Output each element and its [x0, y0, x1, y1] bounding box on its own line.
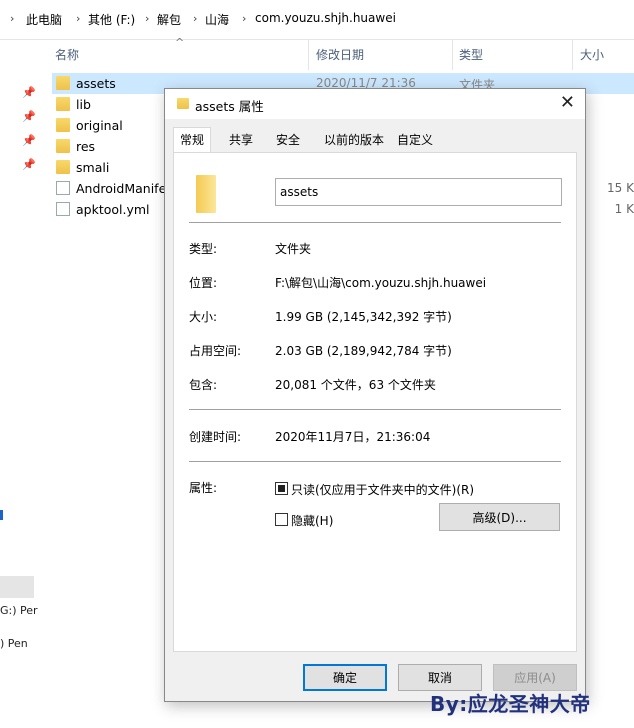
file-name: assets	[76, 76, 116, 91]
tab-previous-versions[interactable]: 以前的版本	[324, 131, 384, 148]
breadcrumb-unpack[interactable]: 解包	[157, 11, 181, 28]
breadcrumb-shanhai[interactable]: 山海	[205, 11, 229, 28]
divider	[189, 461, 561, 462]
disk-size-label: 占用空间:	[189, 344, 242, 358]
attributes-label: 属性:	[189, 481, 218, 495]
nav-item-drive-g[interactable]: G:) Per	[0, 604, 38, 617]
column-type[interactable]: 类型	[459, 46, 483, 63]
divider	[189, 222, 561, 223]
file-size: 15 K	[607, 181, 634, 195]
folder-icon	[56, 76, 70, 90]
general-panel: 类型: 文件夹 位置: F:\解包\山海\com.youzu.shjh.huaw…	[173, 152, 577, 652]
column-date[interactable]: 修改日期	[316, 46, 364, 63]
folder-icon	[56, 97, 70, 111]
apply-button[interactable]: 应用(A)	[493, 664, 577, 691]
folder-icon	[56, 139, 70, 153]
location-value: F:\解包\山海\com.youzu.shjh.huawei	[275, 276, 487, 290]
nav-selected-item[interactable]	[0, 576, 34, 598]
disk-size-value: 2.03 GB (2,189,942,784 字节)	[275, 344, 452, 358]
tab-security[interactable]: 安全	[276, 131, 300, 148]
chevron-right-icon[interactable]: ›	[193, 12, 197, 25]
chevron-right-icon[interactable]: ›	[10, 12, 14, 25]
chevron-right-icon[interactable]: ›	[76, 12, 80, 25]
file-name: smali	[76, 160, 110, 175]
created-value: 2020年11月7日，21:36:04	[275, 430, 431, 444]
created-label: 创建时间:	[189, 430, 242, 444]
properties-dialog: assets 属性 ✕ 常规 共享 安全 以前的版本 自定义 类型: 文件夹 位…	[164, 88, 586, 702]
dialog-title: assets 属性	[195, 99, 264, 114]
chevron-right-icon[interactable]: ›	[145, 12, 149, 25]
type-label: 类型:	[189, 242, 218, 256]
nav-item-pen[interactable]: ) Pen	[0, 637, 28, 650]
breadcrumb-package[interactable]: com.youzu.shjh.huawei	[255, 11, 396, 25]
folder-icon	[196, 175, 216, 213]
divider	[189, 409, 561, 410]
dialog-titlebar[interactable]: assets 属性 ✕	[165, 89, 585, 119]
readonly-checkbox[interactable]	[275, 482, 288, 495]
close-icon[interactable]: ✕	[560, 92, 575, 113]
breadcrumb-drive[interactable]: 其他 (F:)	[88, 11, 135, 28]
folder-icon	[177, 98, 189, 109]
xml-file-icon	[56, 181, 70, 195]
nav-indicator	[0, 510, 3, 520]
pin-icon[interactable]: 📌	[22, 86, 36, 99]
file-name: res	[76, 139, 96, 154]
file-name: AndroidManife	[76, 181, 167, 196]
tab-customize[interactable]: 自定义	[397, 131, 433, 148]
column-divider[interactable]	[308, 40, 309, 70]
size-label: 大小:	[189, 310, 218, 324]
pin-icon[interactable]: 📌	[22, 134, 36, 147]
pin-icon[interactable]: 📌	[22, 158, 36, 171]
folder-icon	[56, 160, 70, 174]
tab-general[interactable]: 常规	[173, 127, 212, 153]
column-divider[interactable]	[572, 40, 573, 70]
file-icon	[56, 202, 70, 216]
readonly-label[interactable]: 只读(仅应用于文件夹中的文件)(R)	[291, 481, 474, 498]
hidden-label[interactable]: 隐藏(H)	[291, 512, 333, 529]
file-size: 1 K	[614, 202, 634, 216]
file-name: lib	[76, 97, 91, 112]
file-name: original	[76, 118, 123, 133]
column-header: 名称 修改日期 类型 大小	[0, 40, 634, 70]
watermark: By:应龙圣神大帝	[430, 692, 591, 716]
tab-sharing[interactable]: 共享	[229, 131, 253, 148]
file-name: apktool.yml	[76, 202, 150, 217]
column-name[interactable]: 名称	[55, 46, 79, 63]
column-divider[interactable]	[452, 40, 453, 70]
cancel-button[interactable]: 取消	[398, 664, 482, 691]
folder-name-input[interactable]	[275, 178, 562, 206]
breadcrumb-this-pc[interactable]: 此电脑	[26, 11, 62, 28]
contains-value: 20,081 个文件，63 个文件夹	[275, 378, 436, 392]
pin-icon[interactable]: 📌	[22, 110, 36, 123]
tab-bar: 常规 共享 安全 以前的版本 自定义	[173, 127, 577, 153]
advanced-button[interactable]: 高级(D)...	[439, 503, 560, 531]
address-bar[interactable]: › 此电脑 › 其他 (F:) › 解包 › 山海 › com.youzu.sh…	[0, 0, 634, 40]
contains-label: 包含:	[189, 378, 218, 392]
location-label: 位置:	[189, 276, 218, 290]
chevron-right-icon[interactable]: ›	[242, 12, 246, 25]
size-value: 1.99 GB (2,145,342,392 字节)	[275, 310, 452, 324]
hidden-checkbox[interactable]	[275, 513, 288, 526]
column-size[interactable]: 大小	[580, 46, 604, 63]
type-value: 文件夹	[275, 242, 312, 256]
folder-icon	[56, 118, 70, 132]
ok-button[interactable]: 确定	[303, 664, 387, 691]
